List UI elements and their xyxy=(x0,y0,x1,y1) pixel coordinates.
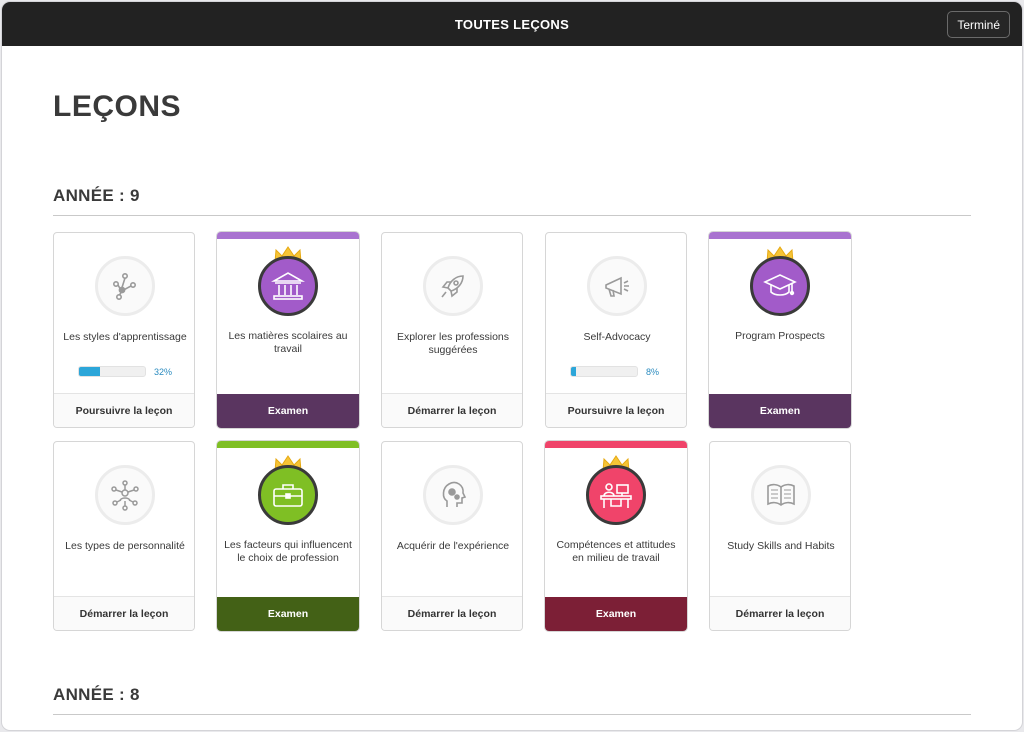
start-lesson-button[interactable]: Démarrer la leçon xyxy=(382,393,522,427)
lesson-card[interactable]: Study Skills and Habits Démarrer la leço… xyxy=(709,441,851,631)
section-title-grade-8: ANNÉE : 8 xyxy=(53,685,140,704)
office-desk-icon xyxy=(600,483,632,508)
lesson-badge xyxy=(750,256,810,316)
lesson-title: Acquérir de l'expérience xyxy=(396,540,510,552)
start-lesson-button[interactable]: Démarrer la leçon xyxy=(710,596,850,630)
briefcase-icon xyxy=(273,484,303,507)
exam-button[interactable]: Examen xyxy=(217,597,359,631)
lesson-card[interactable]: Compétences et attitudes en milieu de tr… xyxy=(545,441,687,631)
top-bar: TOUTES LEÇONS Terminé xyxy=(2,2,1022,46)
lesson-title: Les types de personnalité xyxy=(65,540,185,552)
bank-building-icon xyxy=(271,272,305,300)
exam-button[interactable]: Examen xyxy=(709,394,851,428)
head-gears-icon xyxy=(442,481,467,507)
people-network-icon xyxy=(111,480,139,511)
lesson-icon-container xyxy=(95,256,155,316)
lesson-icon-container xyxy=(587,256,647,316)
progress-fill xyxy=(571,367,577,376)
progress-fill xyxy=(79,367,101,376)
progress-percent: 32% xyxy=(154,367,173,377)
lesson-icon-container xyxy=(751,465,811,525)
lesson-title: Compétences et attitudes en milieu de tr… xyxy=(556,539,676,564)
continue-lesson-button[interactable]: Poursuivre la leçon xyxy=(54,393,194,427)
lesson-card[interactable]: Les matières scolaires au travail Examen xyxy=(217,232,359,428)
lesson-title: Study Skills and Habits xyxy=(727,540,835,552)
exam-button[interactable]: Examen xyxy=(545,597,687,631)
network-nodes-icon xyxy=(113,272,136,300)
lesson-title: Explorer les professions suggérées xyxy=(396,331,510,356)
lesson-card[interactable]: Acquérir de l'expérience Démarrer la leç… xyxy=(381,441,523,631)
lesson-title: Self-Advocacy xyxy=(583,331,651,343)
continue-lesson-button[interactable]: Poursuivre la leçon xyxy=(546,393,686,427)
section-divider xyxy=(53,215,971,216)
lesson-card[interactable]: Program Prospects Examen xyxy=(709,232,851,428)
lesson-progress-bar xyxy=(78,366,146,377)
megaphone-icon xyxy=(605,276,629,297)
lesson-badge xyxy=(586,465,646,525)
lesson-card[interactable]: Les facteurs qui influencent le choix de… xyxy=(217,441,359,631)
start-lesson-button[interactable]: Démarrer la leçon xyxy=(382,596,522,630)
lesson-icon-container xyxy=(95,465,155,525)
lesson-title: Les matières scolaires au travail xyxy=(228,330,348,355)
card-color-strip xyxy=(217,441,359,448)
rocket-icon xyxy=(441,275,464,298)
card-color-strip xyxy=(545,441,687,448)
lesson-badge xyxy=(258,256,318,316)
page-title: LEÇONS xyxy=(53,90,182,123)
graduation-cap-icon xyxy=(763,274,797,296)
exam-button[interactable]: Examen xyxy=(217,394,359,428)
lesson-icon-container xyxy=(423,256,483,316)
section-divider xyxy=(53,714,971,715)
lesson-badge xyxy=(258,465,318,525)
progress-percent: 8% xyxy=(646,367,660,377)
app-window: TOUTES LEÇONS Terminé LEÇONS ANNÉE : 9 L… xyxy=(2,2,1022,730)
top-bar-title: TOUTES LEÇONS xyxy=(454,16,570,32)
start-lesson-button[interactable]: Démarrer la leçon xyxy=(54,596,194,630)
open-book-icon xyxy=(767,483,795,506)
lesson-card[interactable]: Les styles d'apprentissage 32% Poursuivr… xyxy=(53,232,195,428)
lesson-card[interactable]: Explorer les professions suggérées Démar… xyxy=(381,232,523,428)
card-color-strip xyxy=(709,232,851,239)
lesson-title: Program Prospects xyxy=(735,330,825,342)
lesson-title: Les styles d'apprentissage xyxy=(63,331,187,343)
done-button[interactable]: Terminé xyxy=(947,11,1010,38)
lesson-icon-container xyxy=(423,465,483,525)
lesson-title: Les facteurs qui influencent le choix de… xyxy=(224,539,352,564)
lesson-card[interactable]: Self-Advocacy 8% Poursuivre la leçon xyxy=(545,232,687,428)
lesson-card[interactable]: Les types de personnalité Démarrer la le… xyxy=(53,441,195,631)
lesson-progress-bar xyxy=(570,366,638,377)
card-color-strip xyxy=(217,232,359,239)
section-title-grade-9: ANNÉE : 9 xyxy=(53,186,140,205)
